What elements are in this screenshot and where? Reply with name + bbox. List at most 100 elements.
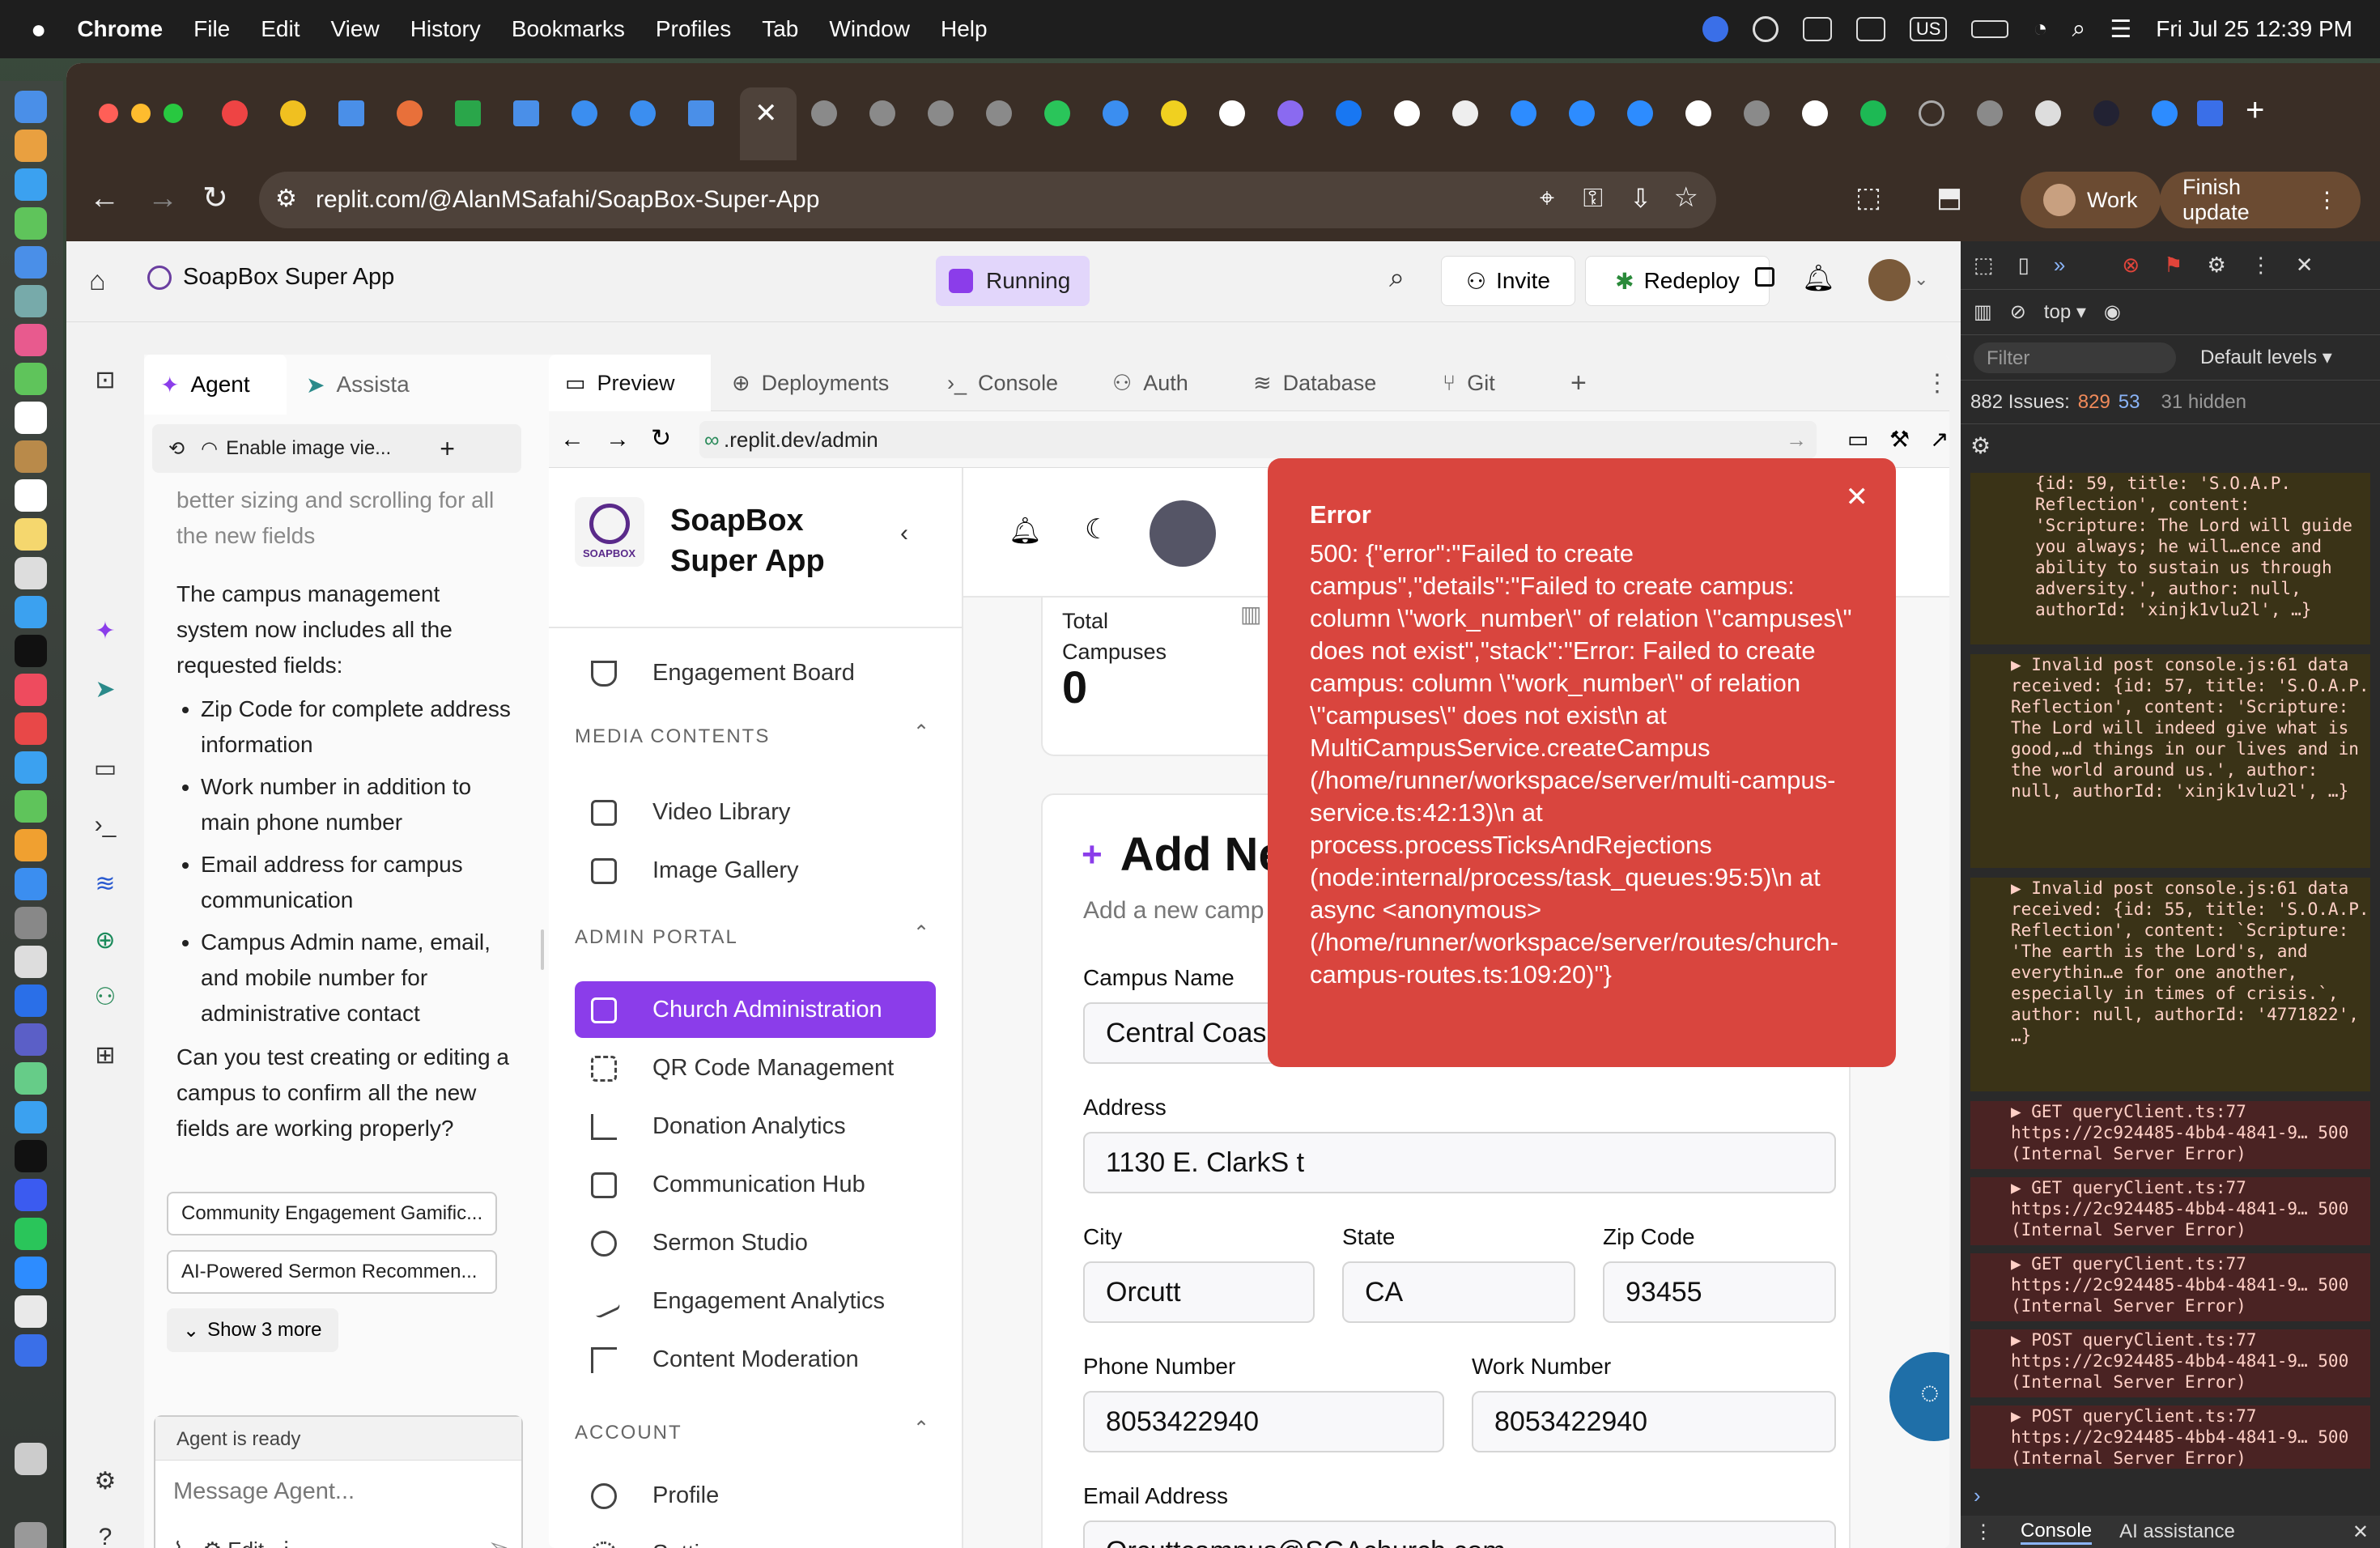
- keynote-icon[interactable]: [15, 751, 47, 784]
- globe-tab-icon-5[interactable]: [1977, 100, 2003, 126]
- photos-icon[interactable]: [15, 324, 47, 356]
- nav-qr-code[interactable]: QR Code Management: [575, 1040, 936, 1096]
- nav-settings[interactable]: Settings: [575, 1525, 936, 1548]
- reading-mode-icon[interactable]: ⬒: [1936, 181, 1962, 214]
- suggestion-chip[interactable]: AI-Powered Sermon Recommen...: [167, 1250, 497, 1294]
- menu-file[interactable]: File: [193, 16, 230, 42]
- finder-icon[interactable]: [15, 91, 47, 123]
- profile-button[interactable]: Work: [2021, 172, 2161, 228]
- message-input[interactable]: Message Agent...: [173, 1478, 355, 1505]
- tab-console[interactable]: ›_ Console: [931, 355, 1093, 411]
- image-view-toggle[interactable]: Enable image vie...: [226, 437, 391, 460]
- devtools-close-icon[interactable]: ✕: [2296, 253, 2314, 278]
- suggestion-chip[interactable]: Community Engagement Gamific...: [167, 1192, 497, 1235]
- log-levels-select[interactable]: Default levels ▾: [2200, 346, 2332, 369]
- drawer-tab-ai[interactable]: AI assistance: [2119, 1520, 2235, 1543]
- nav-engagement-board[interactable]: Engagement Board: [575, 644, 936, 701]
- chrome-dock-icon[interactable]: [15, 1295, 47, 1328]
- clear-console-icon[interactable]: ⊘: [2010, 300, 2026, 324]
- project-title[interactable]: SoapBox Super App: [147, 264, 394, 291]
- launchpad-icon[interactable]: [15, 130, 47, 162]
- auth-tool-icon[interactable]: ⚇: [89, 983, 121, 1015]
- bell-icon[interactable]: 🔔︎: [1009, 515, 1042, 546]
- menu-window[interactable]: Window: [829, 16, 910, 42]
- menu-app-name[interactable]: Chrome: [77, 16, 163, 42]
- redeploy-button[interactable]: ✱ Redeploy: [1585, 256, 1770, 306]
- preview-url-input[interactable]: ∞ .replit.dev/admin →: [699, 421, 1817, 458]
- console-error[interactable]: ▶ GET queryClient.ts:77 https://2c924485…: [1970, 1101, 2370, 1169]
- reminders-icon[interactable]: [15, 479, 47, 512]
- openai-tab-icon[interactable]: [811, 100, 837, 126]
- help-icon[interactable]: ?: [89, 1524, 121, 1548]
- omnibox[interactable]: ⚙ replit.com/@AlanMSafahi/SoapBox-Super-…: [259, 172, 1716, 228]
- google-tab-icon[interactable]: [1219, 100, 1245, 126]
- send-icon[interactable]: ➢: [488, 1533, 508, 1548]
- new-chat-button[interactable]: +: [440, 434, 455, 464]
- calendar-tab-icon[interactable]: [2197, 100, 2223, 126]
- files-icon[interactable]: [15, 1101, 47, 1133]
- preview-reload-icon[interactable]: ↻: [651, 424, 671, 453]
- extensions-icon[interactable]: ⬚: [1855, 181, 1881, 214]
- work-number-input[interactable]: 8053422940: [1472, 1391, 1836, 1452]
- maps-icon[interactable]: [15, 285, 47, 317]
- nav-church-administration[interactable]: Church Administration: [575, 981, 936, 1038]
- menu-help[interactable]: Help: [941, 16, 988, 42]
- docs-tab-icon-2[interactable]: [513, 100, 539, 126]
- bookmark-star-icon[interactable]: ☆: [1674, 181, 1698, 214]
- menu-profiles[interactable]: Profiles: [656, 16, 731, 42]
- facebook-tab-icon[interactable]: [1336, 100, 1362, 126]
- console-error[interactable]: ▶ GET queryClient.ts:77 https://2c924485…: [1970, 1177, 2370, 1245]
- notes-icon[interactable]: [15, 518, 47, 551]
- facetime-icon[interactable]: [15, 363, 47, 395]
- google-tab-icon-3[interactable]: [1685, 100, 1711, 126]
- close-toast-icon[interactable]: ✕: [1846, 481, 1869, 513]
- 1password-icon[interactable]: [15, 1334, 47, 1367]
- globe-tab-icon[interactable]: [869, 100, 895, 126]
- apple-icon[interactable]: ●: [31, 15, 46, 45]
- mail-icon[interactable]: [15, 246, 47, 279]
- cloud-icon[interactable]: [1855, 17, 1885, 41]
- docs-tab-icon-3[interactable]: [688, 100, 714, 126]
- tab-icon-dark[interactable]: [2093, 100, 2119, 126]
- install-app-icon[interactable]: ⇩: [1630, 183, 1651, 214]
- issues-count-b[interactable]: 53: [2119, 391, 2140, 414]
- forward-icon[interactable]: →: [147, 181, 178, 216]
- devtools-wrench-icon[interactable]: ⚒: [1889, 426, 1910, 453]
- globe-tab-icon-4[interactable]: [1744, 100, 1770, 126]
- gemini-tab-icon[interactable]: [1277, 100, 1303, 126]
- menu-tab[interactable]: Tab: [762, 16, 798, 42]
- messages-icon[interactable]: [15, 207, 47, 240]
- numbers-icon[interactable]: [15, 790, 47, 823]
- tab-git[interactable]: ⑂ Git: [1426, 355, 1548, 411]
- back-icon[interactable]: ←: [89, 181, 120, 216]
- music-app-icon[interactable]: [15, 596, 47, 628]
- deploy-tool-icon[interactable]: ⊕: [89, 926, 121, 959]
- sheets-tab-icon[interactable]: [455, 100, 481, 126]
- layout-toggle-icon[interactable]: ⊡: [89, 366, 121, 398]
- shell-tool-icon[interactable]: ›_: [89, 811, 121, 844]
- console-error[interactable]: ▶ GET queryClient.ts:77 https://2c924485…: [1970, 1253, 2370, 1321]
- wifi-icon[interactable]: ◔: [2033, 15, 2047, 43]
- zoom-icon[interactable]: [15, 1257, 47, 1289]
- teams-icon[interactable]: [15, 1023, 47, 1056]
- tab-preview[interactable]: ▭ Preview: [549, 355, 711, 411]
- zoom-status-icon[interactable]: [1702, 16, 1728, 42]
- settings-rail-icon[interactable]: ⚙: [89, 1467, 121, 1499]
- go-icon[interactable]: →: [1786, 427, 1807, 453]
- dark-mode-icon[interactable]: ☾: [1085, 513, 1109, 546]
- zip-input[interactable]: 93455: [1603, 1261, 1836, 1323]
- zoom-tab-icon-4[interactable]: [2152, 100, 2178, 126]
- hubspot-tab-icon[interactable]: [397, 100, 423, 126]
- trash-icon[interactable]: [15, 1522, 47, 1548]
- console-error[interactable]: ▶ POST queryClient.ts:77 https://2c92448…: [1970, 1406, 2370, 1469]
- spotlight-icon[interactable]: ⌕: [2072, 15, 2086, 43]
- safari-tab-icon[interactable]: [572, 100, 597, 126]
- preview-back-icon[interactable]: ←: [560, 426, 584, 453]
- google-tab-icon-2[interactable]: [1394, 100, 1420, 126]
- nav-profile[interactable]: Profile: [575, 1467, 936, 1524]
- issues-count-a[interactable]: 829: [2078, 391, 2110, 414]
- attach-icon[interactable]: ⌇: [173, 1537, 184, 1548]
- chat-fab[interactable]: ◌: [1889, 1352, 1949, 1441]
- edit-mode-button[interactable]: ⚙ Edit: [203, 1537, 264, 1548]
- city-input[interactable]: Orcutt: [1083, 1261, 1315, 1323]
